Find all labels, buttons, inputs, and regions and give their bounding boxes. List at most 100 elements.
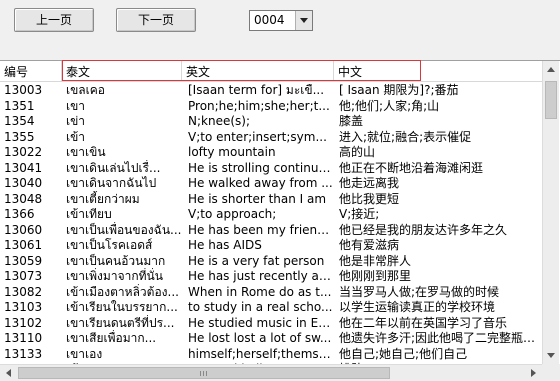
cell-id: 13059 — [4, 253, 43, 268]
cell-english: When in Rome do as t... — [188, 284, 332, 299]
table-row[interactable]: 13110 เขาเสียเพื่อมาก... He lost lost a lo… — [0, 330, 542, 347]
cell-chinese: 进入;就位;融合;表示催促 — [339, 129, 472, 144]
cell-chinese: [ Isaan 期限为]?;番茄 — [339, 83, 459, 97]
cell-chinese: 他遗失许多汗;因此他喝了二完整瓶的水 — [339, 331, 542, 345]
cell-chinese: 他正在不断地沿着海滩闲逛 — [339, 160, 484, 175]
cell-english: Pron;he;him;she;her;t... — [188, 98, 330, 113]
cell-english: He has been my friend... — [188, 222, 334, 237]
cell-id: 13003 — [4, 83, 43, 97]
table-row[interactable]: 13082 เข้าเมืองตาหลิ่วต้อง... When in Rome… — [0, 284, 542, 301]
table-row[interactable]: 1355 เข้า V;to enter;insert;sym... 进入;就位;融合… — [0, 129, 542, 146]
cell-thai: เขา — [66, 98, 86, 113]
cell-english: He is shorter than I am — [188, 191, 327, 206]
table-row[interactable]: 13103 เข้าเรียนในบรรยาก... to study in a r… — [0, 299, 542, 316]
list-rows: 13003 เขลเคอ [Isaan term for] มะเขื... [ Is… — [0, 82, 542, 365]
cell-chinese: 他在二年以前在英国学习了音乐 — [339, 315, 508, 330]
cell-id: 13022 — [4, 145, 43, 159]
vertical-scroll-thumb[interactable] — [545, 81, 557, 119]
horizontal-scroll-thumb[interactable] — [18, 367, 390, 379]
scroll-right-icon[interactable] — [525, 365, 542, 381]
cell-chinese: 他自己;她自己;他们自己 — [339, 346, 468, 361]
cell-id: 13102 — [4, 315, 43, 330]
scroll-down-icon[interactable] — [543, 347, 559, 364]
cell-thai: เขาเพิ่งมาจากที่นั่น — [66, 269, 163, 283]
cell-id: 1366 — [4, 207, 35, 221]
cell-english: He is strolling continuo... — [188, 160, 334, 175]
cell-chinese: 他已经是我的朋友达许多年之久 — [339, 222, 508, 237]
next-page-button[interactable]: 下一页 — [116, 8, 196, 32]
cell-id: 13082 — [4, 284, 43, 299]
table-row[interactable]: 13133 เขาเอง himself;herself;themsel... 他自己… — [0, 346, 542, 363]
scroll-corner — [542, 364, 560, 381]
cell-english: He walked away from ... — [188, 176, 333, 190]
cell-chinese: 高的山 — [339, 145, 376, 159]
cell-thai: เข้า — [66, 129, 86, 144]
cell-id: 13133 — [4, 346, 43, 361]
cell-id: 13060 — [4, 222, 43, 237]
cell-chinese: 膝盖 — [339, 114, 364, 128]
cell-thai: เขาเป็นโรคเอดส์ — [66, 238, 153, 252]
cell-id: 1351 — [4, 98, 35, 113]
column-header-chinese[interactable]: 中文 — [334, 61, 542, 81]
table-row[interactable]: 1351 เขา Pron;he;him;she;her;t... 他;他们;人家;角… — [0, 98, 542, 115]
cell-thai: เขาเสียเพื่อมาก... — [66, 331, 157, 345]
table-row[interactable]: 13061 เขาเป็นโรคเอดส์ He has AIDS 他有爱滋病 — [0, 237, 542, 254]
column-header-english[interactable]: 英文 — [182, 61, 334, 81]
cell-english: to study in a real scho... — [188, 300, 333, 314]
column-header-thai[interactable]: 泰文 — [62, 61, 182, 81]
cell-chinese: 当当罗马人做;在罗马做的时候 — [339, 284, 500, 299]
cell-english: N;knee(s); — [188, 114, 250, 128]
cell-thai: เขาเป็นคนอ้วนมาก — [66, 253, 166, 268]
table-row[interactable]: 13073 เขาเพิ่งมาจากที่นั่น He has just rec… — [0, 268, 542, 285]
cell-thai: เขาเดินเล่นไปเรื่... — [66, 160, 161, 175]
page-select[interactable]: 0004 — [249, 10, 313, 31]
table-row[interactable]: 13048 เขาเตี้ยกว่าผม He is shorter than I … — [0, 191, 542, 208]
cell-english: [Isaan term for] มะเขื... — [188, 83, 325, 97]
cell-english: lofty mountain — [188, 145, 276, 159]
table-row[interactable]: 1354 เข่า N;knee(s); 膝盖 — [0, 113, 542, 130]
cell-chinese: 他;他们;人家;角;山 — [339, 98, 440, 113]
cell-thai: เขาเขิน — [66, 145, 106, 159]
vertical-scrollbar[interactable] — [542, 61, 559, 364]
table-row[interactable]: 13022 เขาเขิน lofty mountain 高的山 — [0, 144, 542, 161]
table-row[interactable]: 13060 เขาเป็นเพื่อนของฉัน... He has been m… — [0, 222, 542, 239]
cell-chinese: 他比我更短 — [339, 191, 400, 206]
cell-english: He studied music in En... — [188, 315, 334, 330]
cell-english: V;to approach; — [188, 207, 277, 221]
chevron-down-icon[interactable] — [295, 11, 312, 30]
table-row[interactable]: 1366 เข้าเทียบ V;to approach; V;接近; — [0, 206, 542, 223]
cell-thai: เขาเป็นเพื่อนของฉัน... — [66, 222, 182, 237]
cell-english: He has AIDS — [188, 238, 262, 252]
cell-thai: เขาเตี้ยกว่าผม — [66, 191, 140, 206]
cell-thai: เขลเคอ — [66, 83, 105, 97]
scroll-left-icon[interactable] — [0, 365, 17, 381]
cell-thai: เขาเอง — [66, 346, 103, 361]
list-header: 编号 泰文 英文 中文 — [0, 60, 542, 82]
cell-chinese: 他刚刚到那里 — [339, 269, 412, 283]
table-row[interactable]: 13041 เขาเดินเล่นไปเรื่... He is strolling… — [0, 160, 542, 177]
horizontal-scrollbar[interactable] — [0, 364, 542, 381]
cell-id: 1354 — [4, 114, 35, 128]
cell-id: 1355 — [4, 129, 35, 144]
cell-thai: เข้าเรียนในบรรยาก... — [66, 300, 178, 314]
table-row[interactable]: 13003 เขลเคอ [Isaan term for] มะเขื... [ Is… — [0, 82, 542, 99]
cell-chinese: 以学生运输读真正的学校环境 — [339, 300, 496, 314]
cell-id: 13073 — [4, 269, 43, 283]
table-row[interactable]: 13040 เขาเดินจากฉันไป He walked away from … — [0, 175, 542, 192]
cell-thai: เข้าเมืองตาหลิ่วต้อง... — [66, 284, 179, 299]
cell-chinese: V;接近; — [339, 207, 380, 221]
cell-id: 13048 — [4, 191, 43, 206]
table-row[interactable]: 13059 เขาเป็นคนอ้วนมาก He is a very fat pe… — [0, 253, 542, 270]
cell-id: 13103 — [4, 300, 43, 314]
scroll-up-icon[interactable] — [543, 61, 559, 78]
table-row[interactable]: 13102 เขาเรียนดนตรีที่ปร... He studied mus… — [0, 315, 542, 332]
cell-english: himself;herself;themsel... — [188, 346, 334, 361]
prev-page-button[interactable]: 上一页 — [14, 8, 94, 32]
cell-chinese: 他有爱滋病 — [339, 238, 400, 252]
cell-id: 13061 — [4, 238, 43, 252]
word-list[interactable]: 编号 泰文 英文 中文 13003 เขลเคอ [Isaan term for] … — [0, 60, 560, 381]
column-header-id[interactable]: 编号 — [0, 61, 62, 81]
cell-chinese: 他走远离我 — [339, 176, 400, 190]
page-select-value: 0004 — [254, 13, 285, 27]
cell-id: 13041 — [4, 160, 43, 175]
